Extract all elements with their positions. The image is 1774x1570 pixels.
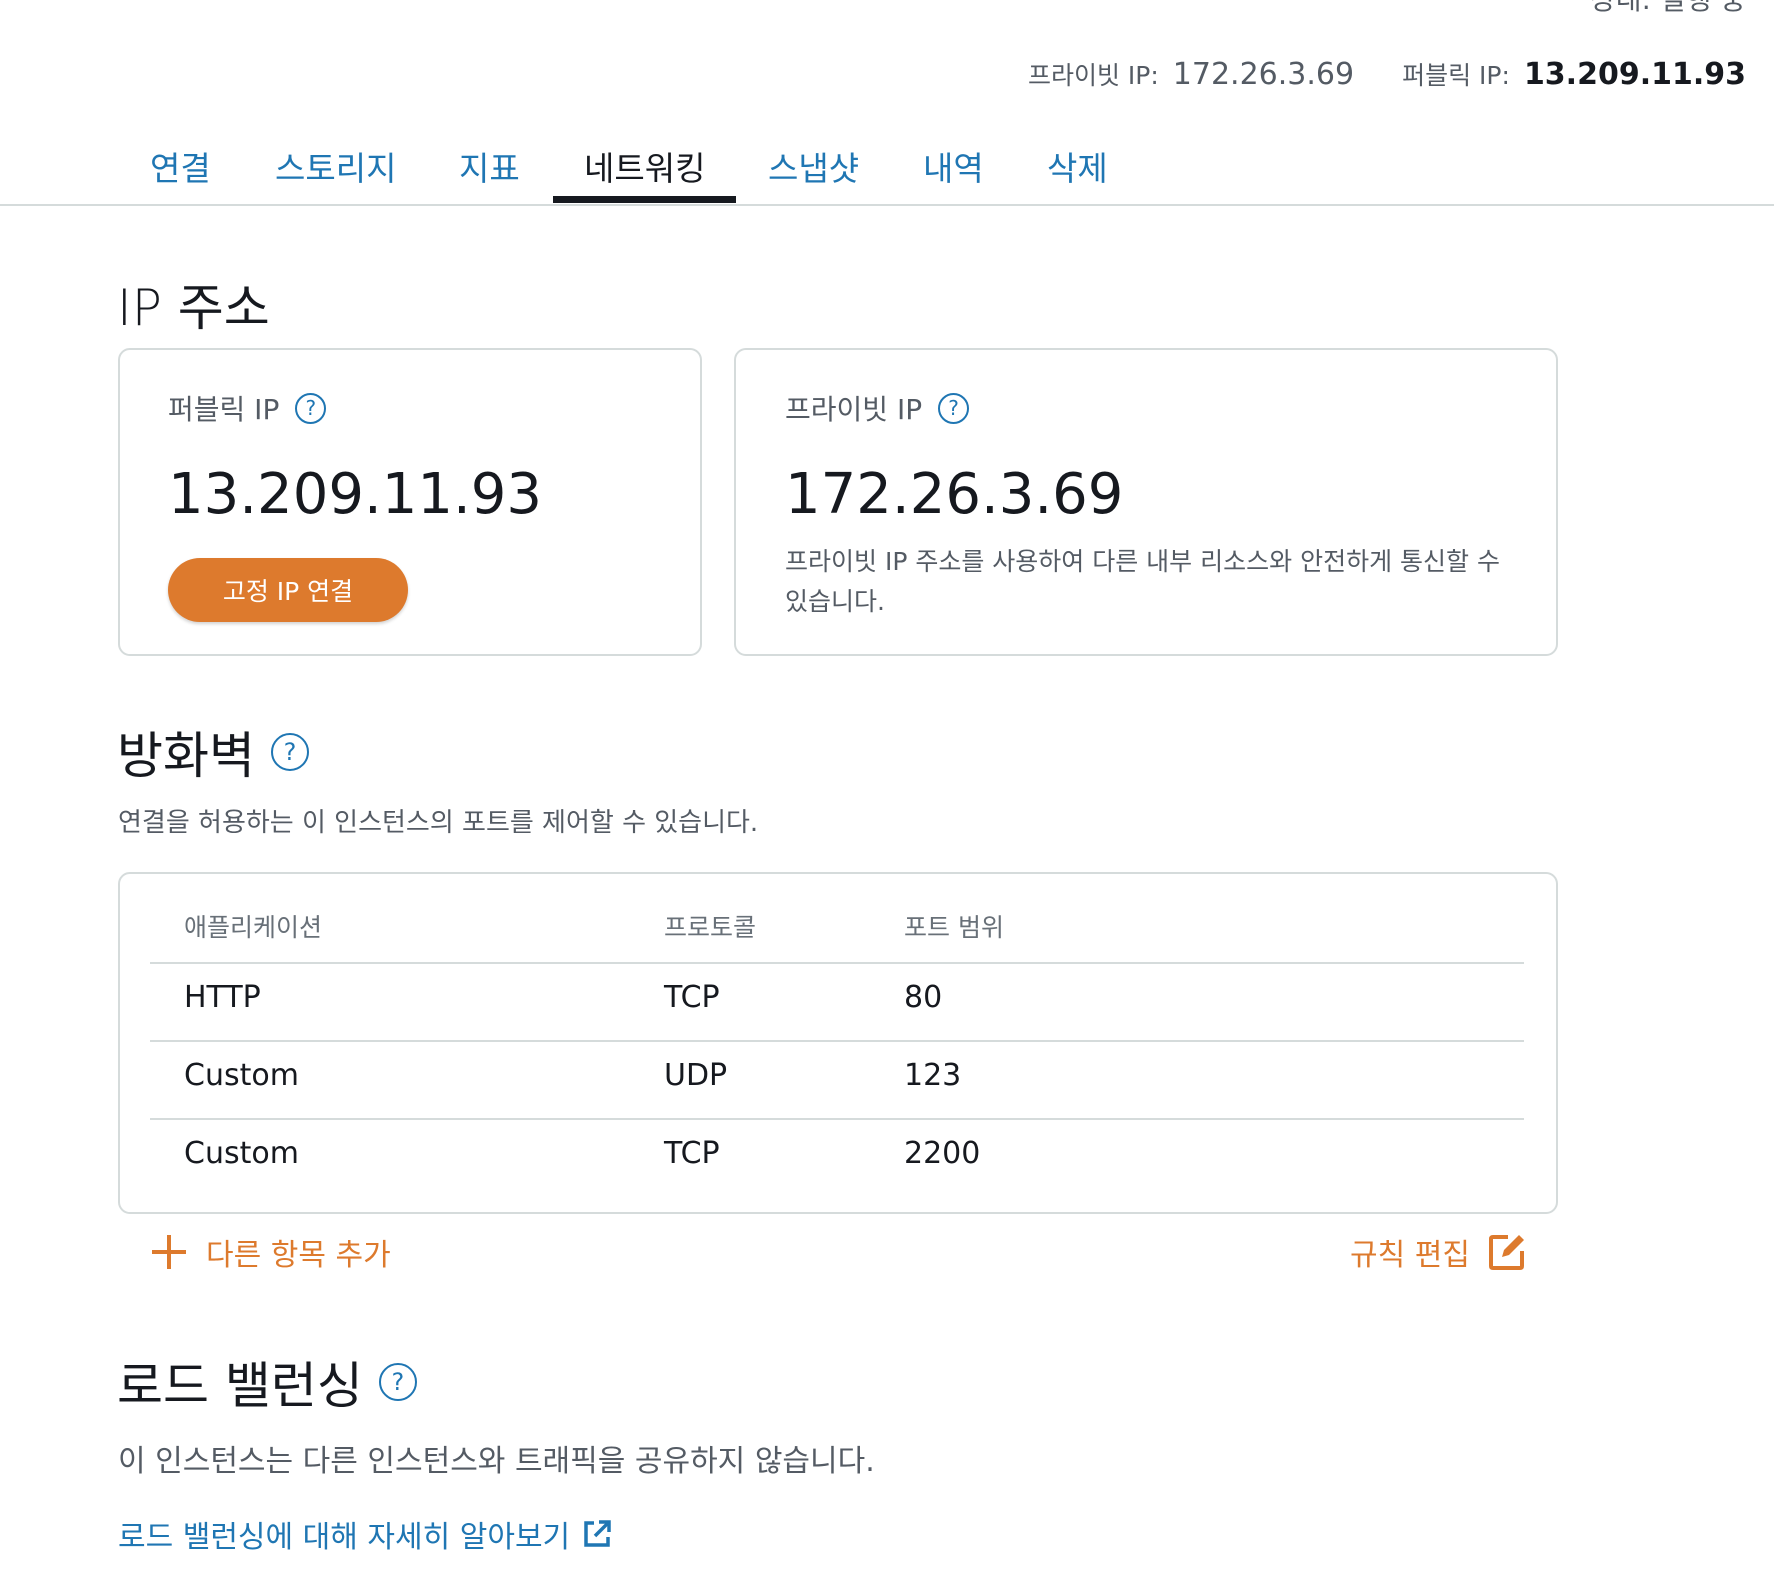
ip-section-heading: IP 주소 <box>117 268 270 340</box>
active-tab-indicator <box>553 196 736 203</box>
tab-storage[interactable]: 스토리지 <box>275 142 396 190</box>
table-cell-port: 80 <box>904 980 943 1015</box>
tab-history[interactable]: 내역 <box>923 142 984 190</box>
firewall-heading: 방화벽 ? <box>117 716 309 788</box>
help-icon[interactable]: ? <box>295 392 327 424</box>
table-cell-port: 2200 <box>904 1136 981 1171</box>
public-ip-label: 퍼블릭 IP: <box>1402 61 1510 90</box>
private-ip-value: 172.26.3.69 <box>1172 57 1355 92</box>
table-divider <box>150 1040 1524 1042</box>
public-ip-card-label-row: 퍼블릭 IP ? <box>168 388 327 428</box>
column-header-port-range: 포트 범위 <box>904 913 1004 942</box>
add-rule-label: 다른 항목 추가 <box>206 1238 391 1273</box>
learn-load-balancing-link[interactable]: 로드 밸런싱에 대해 자세히 알아보기 <box>118 1512 612 1556</box>
edit-rules-button[interactable]: 규칙 편집 <box>1350 1230 1526 1274</box>
table-cell-protocol: UDP <box>664 1058 728 1093</box>
table-cell-app: Custom <box>184 1058 299 1093</box>
load-balancing-heading: 로드 밸런싱 ? <box>117 1346 417 1418</box>
firewall-description: 연결을 허용하는 이 인스턴스의 포트를 제어할 수 있습니다. <box>118 808 759 838</box>
tab-metrics[interactable]: 지표 <box>459 142 520 190</box>
help-icon[interactable]: ? <box>938 392 970 424</box>
private-ip-label: 프라이빗 IP: <box>1027 61 1159 90</box>
header-ip-summary: 프라이빗 IP: 172.26.3.69 퍼블릭 IP: 13.209.11.9… <box>1028 56 1746 92</box>
table-divider <box>150 1118 1524 1120</box>
instance-status: 상태: 실행 중 <box>1590 0 1746 18</box>
private-ip-card-value: 172.26.3.69 <box>785 462 1124 527</box>
plus-icon <box>152 1235 186 1269</box>
ip-section-title: IP 주소 <box>117 279 270 337</box>
private-ip-card: 프라이빗 IP ? 172.26.3.69 프라이빗 IP 주소를 사용하여 다… <box>734 348 1558 656</box>
table-divider <box>150 962 1524 964</box>
tab-snapshots[interactable]: 스냅샷 <box>768 142 859 190</box>
edit-icon <box>1488 1235 1524 1270</box>
tab-connect[interactable]: 연결 <box>150 142 211 190</box>
firewall-title: 방화벽 <box>117 727 255 785</box>
table-cell-app: Custom <box>184 1136 299 1171</box>
help-icon[interactable]: ? <box>271 733 309 771</box>
load-balancing-description: 이 인스턴스는 다른 인스턴스와 트래픽을 공유하지 않습니다. <box>118 1444 875 1479</box>
private-ip-card-label-row: 프라이빗 IP ? <box>785 388 970 428</box>
public-ip-value: 13.209.11.93 <box>1523 57 1746 92</box>
learn-load-balancing-label: 로드 밸런싱에 대해 자세히 알아보기 <box>118 1520 571 1555</box>
table-cell-port: 123 <box>904 1058 962 1093</box>
public-ip-card: 퍼블릭 IP ? 13.209.11.93 고정 IP 연결 <box>118 348 702 656</box>
private-ip-card-label: 프라이빗 IP <box>785 393 923 426</box>
column-header-protocol: 프로토콜 <box>664 913 757 942</box>
tab-networking[interactable]: 네트워킹 <box>584 142 705 190</box>
load-balancing-title: 로드 밸런싱 <box>117 1357 363 1415</box>
add-rule-button[interactable]: 다른 항목 추가 <box>150 1230 391 1274</box>
table-cell-protocol: TCP <box>664 980 720 1015</box>
public-ip-card-label: 퍼블릭 IP <box>168 393 280 426</box>
help-icon[interactable]: ? <box>378 1363 417 1401</box>
instance-tabs: 연결 스토리지 지표 네트워킹 스냅샷 내역 삭제 <box>0 128 1774 206</box>
edit-rules-label: 규칙 편집 <box>1350 1238 1470 1273</box>
table-cell-protocol: TCP <box>664 1136 720 1171</box>
column-header-application: 애플리케이션 <box>184 913 323 942</box>
attach-static-ip-button[interactable]: 고정 IP 연결 <box>168 558 408 622</box>
tab-delete[interactable]: 삭제 <box>1047 142 1108 190</box>
private-ip-card-description: 프라이빗 IP 주소를 사용하여 다른 내부 리소스와 안전하게 통신할 수 있… <box>785 547 1500 616</box>
public-ip-card-value: 13.209.11.93 <box>168 462 543 527</box>
firewall-rules-table <box>118 872 1558 1214</box>
table-cell-app: HTTP <box>184 980 261 1015</box>
external-link-icon <box>584 1520 611 1547</box>
